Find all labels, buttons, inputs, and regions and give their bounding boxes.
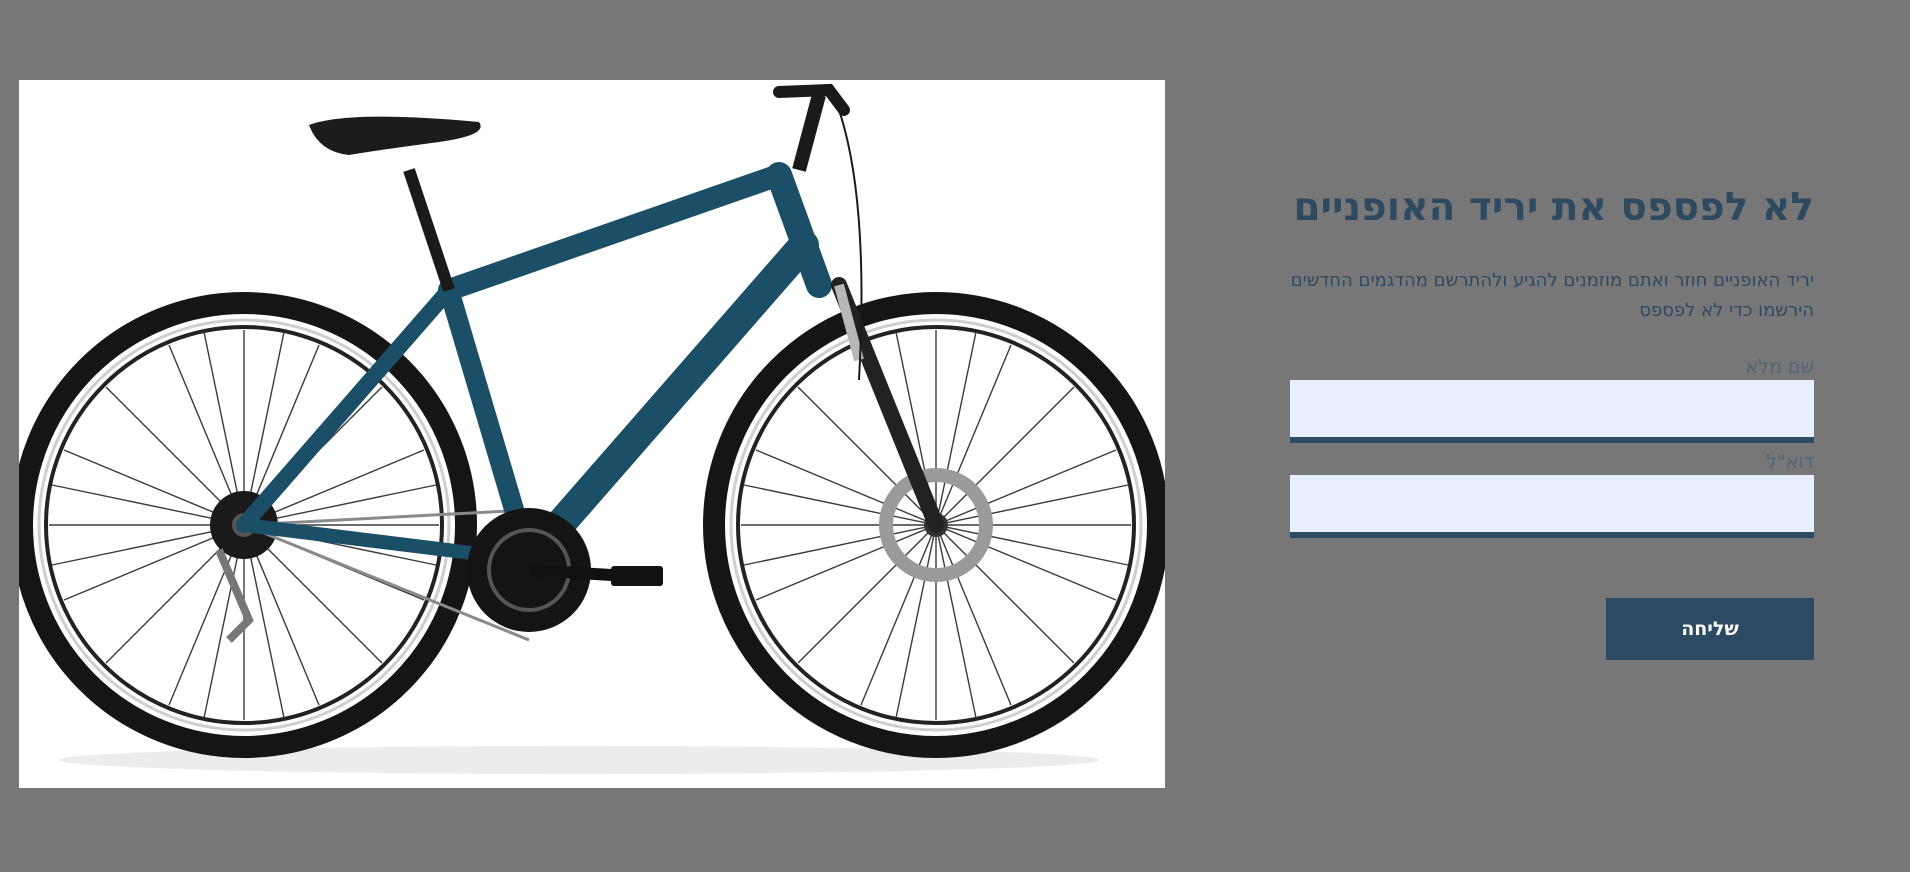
- product-image: [19, 80, 1165, 788]
- full-name-label: שם מלא: [1745, 356, 1814, 378]
- full-name-input[interactable]: [1290, 380, 1814, 443]
- signup-form: לא לפספס את יריד האופניים יריד האופניים …: [1290, 180, 1814, 660]
- page-title: לא לפספס את יריד האופניים: [1293, 185, 1814, 230]
- email-input[interactable]: [1290, 475, 1814, 538]
- submit-row: שליחה: [1290, 598, 1814, 660]
- submit-button[interactable]: שליחה: [1606, 598, 1814, 660]
- form-description: יריד האופניים חוזר ואתם מוזמנים להגיע ול…: [1290, 270, 1814, 321]
- email-label: דוא"ל: [1766, 451, 1814, 473]
